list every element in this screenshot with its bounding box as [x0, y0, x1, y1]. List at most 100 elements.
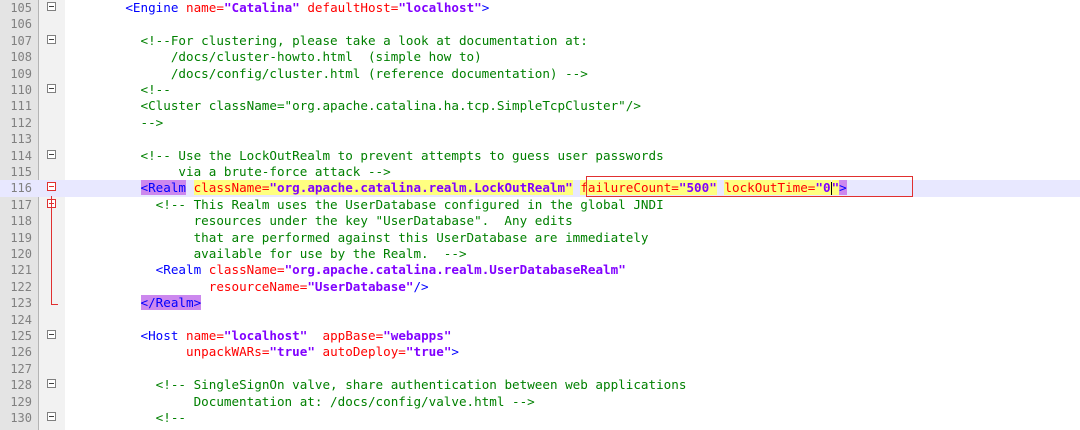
code-token: /> [413, 278, 429, 294]
code-line[interactable]: 124 [0, 312, 1080, 328]
fold-toggle-icon[interactable] [47, 149, 56, 159]
code-text: <Engine name="Catalina" defaultHost="loc… [95, 0, 489, 16]
code-line[interactable]: 119 that are performed against this User… [0, 230, 1080, 246]
code-text: <!-- [95, 410, 186, 426]
code-line[interactable]: 108 /docs/cluster-howto.html (simple how… [0, 49, 1080, 65]
code-line[interactable]: 122 resourceName="UserDatabase"/> [0, 279, 1080, 295]
code-token: defaultHost= [299, 0, 399, 15]
code-token: "org.apache.catalina.realm.LockOutRealm" [269, 180, 573, 196]
code-token: failureCount= [580, 180, 679, 196]
code-line[interactable]: 114 <!-- Use the LockOutRealm to prevent… [0, 148, 1080, 164]
line-number: 127 [10, 361, 32, 376]
code-line[interactable]: 111 <Cluster className="org.apache.catal… [0, 98, 1080, 114]
code-editor[interactable]: 105 <Engine name="Catalina" defaultHost=… [0, 0, 1080, 430]
code-token: Documentation at: /docs/config/valve.htm… [95, 393, 535, 409]
code-line[interactable]: 129 Documentation at: /docs/config/valve… [0, 394, 1080, 410]
code-text: <Realm className="org.apache.catalina.re… [95, 180, 847, 196]
code-token: "Catalina" [223, 0, 300, 15]
code-line[interactable]: 107 <!--For clustering, please take a lo… [0, 33, 1080, 49]
line-number: 118 [10, 214, 32, 229]
line-number: 130 [10, 411, 32, 425]
line-number: 129 [10, 394, 32, 409]
line-number: 105 [10, 1, 32, 15]
code-token: </Realm> [140, 295, 202, 311]
code-line[interactable]: 112 --> [0, 115, 1080, 131]
code-token: /docs/config/cluster.html (reference doc… [95, 65, 588, 81]
code-token: className= [208, 262, 285, 278]
code-token: <Cluster className="org.apache.catalina.… [95, 98, 641, 114]
code-text: Documentation at: /docs/config/valve.htm… [95, 394, 535, 410]
code-token: <!-- [140, 82, 171, 97]
code-token: "true" [269, 344, 315, 360]
code-line[interactable]: 127 [0, 361, 1080, 377]
code-token: <Host [140, 328, 186, 343]
code-token: > [481, 0, 490, 15]
code-token: <!-- SingleSignOn valve, share authentic… [155, 377, 687, 393]
line-number: 112 [10, 115, 32, 130]
code-token: "500" [678, 180, 717, 196]
code-token: via a brute-force attack --> [95, 164, 391, 179]
code-line[interactable]: 115 via a brute-force attack --> [0, 164, 1080, 180]
line-number: 113 [10, 132, 32, 147]
fold-toggle-icon[interactable] [47, 412, 56, 421]
code-line[interactable]: 121 <Realm className="org.apache.catalin… [0, 262, 1080, 278]
code-text: <!-- Use the LockOutRealm to prevent att… [95, 148, 664, 164]
line-number: 109 [10, 66, 32, 81]
code-line[interactable]: 120 available for use by the Realm. --> [0, 246, 1080, 262]
code-token: appBase= [307, 328, 384, 343]
code-line[interactable]: 113 [0, 131, 1080, 147]
code-token: <!-- Use the LockOutRealm to prevent att… [140, 147, 664, 163]
code-line[interactable]: 123 </Realm> [0, 295, 1080, 311]
code-line[interactable]: 128 <!-- SingleSignOn valve, share authe… [0, 377, 1080, 393]
code-line[interactable]: 106 [0, 16, 1080, 32]
line-number: 122 [10, 279, 32, 294]
code-text: that are performed against this UserData… [95, 230, 649, 246]
code-text: --> [95, 115, 163, 131]
line-number: 128 [10, 378, 32, 393]
fold-toggle-icon[interactable] [47, 182, 56, 192]
fold-range-end [51, 304, 58, 305]
code-token: <Realm [155, 262, 209, 278]
code-text: <!-- This Realm uses the UserDatabase co… [95, 197, 664, 213]
code-line[interactable]: 105 <Engine name="Catalina" defaultHost=… [0, 0, 1080, 16]
code-line[interactable]: 109 /docs/config/cluster.html (reference… [0, 66, 1080, 82]
code-token: <Engine [125, 0, 187, 15]
code-token: <!-- This Realm uses the UserDatabase co… [155, 196, 664, 212]
code-line[interactable]: 117 <!-- This Realm uses the UserDatabas… [0, 197, 1080, 213]
code-token: /docs/cluster-howto.html (simple how to) [95, 49, 482, 65]
code-line[interactable]: 116 <Realm className="org.apache.catalin… [0, 180, 1080, 197]
fold-toggle-icon[interactable] [47, 2, 56, 11]
line-number: 125 [10, 329, 32, 343]
line-number: 111 [10, 99, 32, 114]
code-text: available for use by the Realm. --> [95, 246, 467, 262]
code-line[interactable]: 110 <!-- [0, 82, 1080, 98]
fold-toggle-icon[interactable] [47, 330, 56, 339]
code-line[interactable]: 130 <!-- [0, 410, 1080, 426]
line-number: 115 [10, 165, 32, 179]
code-text: <!-- [95, 82, 171, 98]
line-number: 110 [10, 83, 32, 97]
code-line[interactable]: 125 <Host name="localhost" appBase="weba… [0, 328, 1080, 344]
code-token: lockOutTime= [724, 180, 816, 196]
fold-toggle-icon[interactable] [47, 84, 56, 93]
code-token: resources under the key "UserDatabase". … [95, 213, 573, 229]
fold-toggle-icon[interactable] [47, 34, 56, 44]
line-number: 119 [10, 230, 32, 245]
fold-toggle-icon[interactable] [47, 379, 56, 389]
code-token: className= [193, 180, 270, 196]
fold-range-line [51, 196, 52, 304]
line-number: 108 [10, 50, 32, 65]
code-line[interactable]: 126 unpackWARs="true" autoDeploy="true"> [0, 344, 1080, 360]
code-line[interactable]: 118 resources under the key "UserDatabas… [0, 213, 1080, 229]
line-number: 114 [10, 148, 32, 163]
code-text: resources under the key "UserDatabase". … [95, 213, 573, 229]
code-token: "localhost" [223, 328, 308, 343]
line-number: 121 [10, 263, 32, 278]
code-token: unpackWARs= [186, 344, 270, 360]
line-number: 123 [10, 296, 32, 311]
